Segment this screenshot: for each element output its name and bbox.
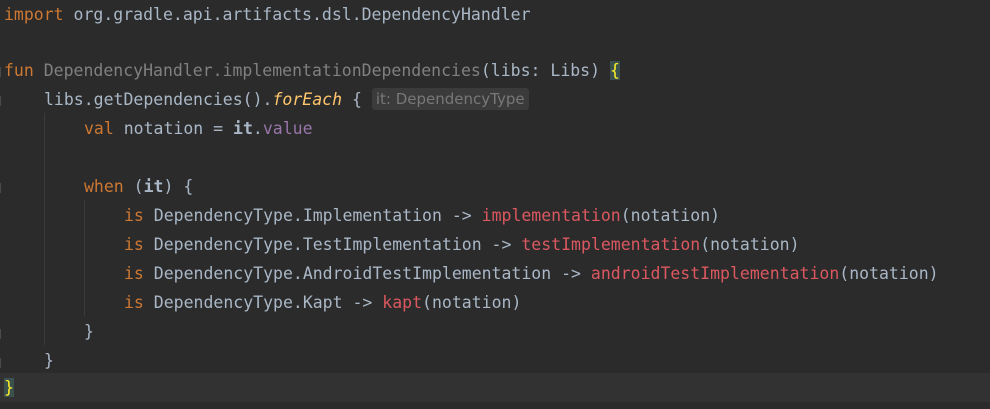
call-args: (notation) — [700, 235, 800, 254]
type-branch: DependencyType.TestImplementation -> — [143, 235, 522, 254]
dot: . — [252, 119, 263, 138]
code-line-1[interactable]: import org.gradle.api.artifacts.dsl.Depe… — [4, 0, 531, 29]
close-brace: } — [44, 351, 54, 370]
code-editor[interactable]: import org.gradle.api.artifacts.dsl.Depe… — [0, 0, 990, 409]
type-branch: DependencyType.Implementation -> — [143, 206, 482, 225]
import-path: org.gradle.api.artifacts.dsl.DependencyH… — [63, 5, 531, 24]
code-line-7[interactable]: when (it) { — [84, 172, 193, 201]
code-line-5[interactable]: val notation = it.value — [84, 114, 313, 143]
fold-marker[interactable] — [0, 329, 4, 339]
function-name: DependencyHandler.implementationDependen… — [43, 61, 481, 80]
close-brace-highlighted: } — [4, 378, 14, 397]
get-dependencies-call: libs.getDependencies(). — [44, 90, 273, 109]
unresolved-call: androidTestImplementation — [590, 264, 840, 283]
keyword-is: is — [124, 206, 144, 225]
value-property: value — [262, 119, 313, 138]
call-args: (notation) — [422, 293, 522, 312]
unresolved-call: kapt — [382, 293, 423, 312]
paren-open: ( — [123, 177, 144, 196]
call-args: (notation) — [839, 264, 939, 283]
it-keyword: it — [233, 119, 253, 138]
code-line-4[interactable]: libs.getDependencies().forEach { it: Dep… — [44, 85, 529, 114]
code-line-13[interactable]: } — [44, 346, 54, 375]
it-keyword: it — [143, 177, 164, 196]
keyword-is: is — [124, 293, 144, 312]
keyword-when: when — [84, 177, 124, 196]
code-line-11[interactable]: is DependencyType.Kapt -> kapt(notation) — [124, 288, 521, 317]
type-branch: DependencyType.AndroidTestImplementation… — [143, 264, 591, 283]
keyword-is: is — [124, 235, 144, 254]
type-branch: DependencyType.Kapt -> — [143, 293, 383, 312]
call-args: (notation) — [620, 206, 721, 225]
keyword-val: val — [84, 119, 114, 138]
keyword-import: import — [4, 5, 64, 24]
fold-marker[interactable] — [0, 358, 4, 368]
code-line-14[interactable]: } — [4, 373, 14, 402]
open-brace-highlighted: { — [609, 61, 620, 80]
current-line-highlight — [0, 373, 990, 402]
foreach-call: forEach — [272, 90, 343, 109]
keyword-is: is — [124, 264, 144, 283]
code-line-12[interactable]: } — [84, 317, 94, 346]
fold-marker[interactable] — [0, 96, 4, 106]
code-line-3[interactable]: fun DependencyHandler.implementationDepe… — [4, 56, 620, 85]
keyword-fun: fun — [4, 61, 34, 80]
indent-guide — [44, 113, 45, 345]
function-params: (libs: Libs) — [480, 61, 610, 80]
assignment-text: notation = — [113, 119, 234, 138]
code-line-10[interactable]: is DependencyType.AndroidTestImplementat… — [124, 259, 939, 288]
unresolved-call: implementation — [481, 206, 621, 225]
lambda-brace: { — [342, 90, 362, 109]
code-line-8[interactable]: is DependencyType.Implementation -> impl… — [124, 201, 720, 230]
indent-guide — [84, 200, 85, 316]
close-brace: } — [84, 322, 94, 341]
fold-marker[interactable] — [0, 183, 4, 193]
parameter-hint: it: DependencyType — [371, 88, 529, 110]
unresolved-call: testImplementation — [521, 235, 701, 254]
code-line-9[interactable]: is DependencyType.TestImplementation -> … — [124, 230, 800, 259]
paren-close-brace: ) { — [163, 177, 194, 196]
